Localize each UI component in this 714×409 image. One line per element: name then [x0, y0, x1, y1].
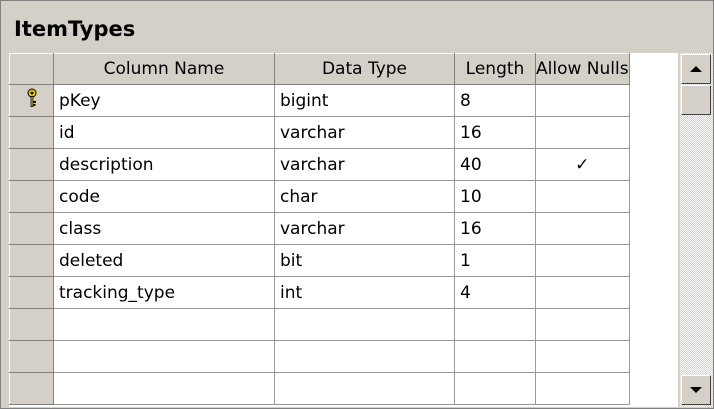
row-selector[interactable] [9, 116, 54, 149]
cell-column-name[interactable]: tracking_type [53, 276, 275, 309]
cell-column-name[interactable] [53, 340, 275, 373]
row-selector[interactable] [9, 148, 54, 181]
cell-length[interactable]: 40 [454, 148, 536, 181]
cell-allow-nulls-checkbox[interactable] [535, 212, 630, 245]
cell-data-type[interactable] [274, 308, 455, 341]
column-header-type[interactable]: Data Type [274, 53, 455, 85]
cell-allow-nulls-checkbox[interactable] [535, 340, 630, 373]
cell-data-type[interactable]: bigint [274, 84, 455, 117]
cell-column-name[interactable]: id [53, 116, 275, 149]
row-selector[interactable] [9, 180, 54, 213]
cell-column-name[interactable] [53, 372, 275, 405]
table-row[interactable]: tracking_type int 4 [9, 276, 630, 309]
row-selector[interactable] [9, 372, 54, 405]
cell-length[interactable]: 4 [454, 276, 536, 309]
cell-length[interactable]: 10 [454, 180, 536, 213]
cell-length[interactable] [454, 340, 536, 373]
table-row[interactable]: pKey bigint 8 [9, 84, 630, 117]
table-row[interactable] [9, 340, 630, 373]
table-row[interactable]: deleted bit 1 [9, 244, 630, 277]
cell-length[interactable]: 16 [454, 116, 536, 149]
row-selector[interactable] [9, 340, 54, 373]
cell-allow-nulls-checkbox[interactable] [535, 84, 630, 117]
cell-length[interactable] [454, 308, 536, 341]
scroll-up-button[interactable] [681, 54, 711, 84]
cell-data-type[interactable]: char [274, 180, 455, 213]
table-row[interactable]: description varchar 40 ✓ [9, 148, 630, 181]
column-header-nulls[interactable]: Allow Nulls [535, 53, 630, 85]
column-header-length[interactable]: Length [454, 53, 536, 85]
arrow-up-icon [690, 66, 702, 72]
column-header-name[interactable]: Column Name [53, 53, 275, 85]
cell-allow-nulls-checkbox[interactable] [535, 244, 630, 277]
row-selector[interactable] [9, 276, 54, 309]
cell-data-type[interactable]: bit [274, 244, 455, 277]
cell-allow-nulls-checkbox[interactable]: ✓ [535, 148, 630, 181]
cell-column-name[interactable]: class [53, 212, 275, 245]
cell-data-type[interactable]: varchar [274, 148, 455, 181]
vertical-scrollbar[interactable] [680, 53, 713, 407]
cell-allow-nulls-checkbox[interactable] [535, 372, 630, 405]
cell-column-name[interactable]: description [53, 148, 275, 181]
row-selector[interactable] [9, 244, 54, 277]
scrollbar-thumb[interactable] [681, 85, 711, 115]
row-selector-header[interactable] [9, 53, 54, 85]
table-title: ItemTypes [14, 17, 136, 41]
cell-allow-nulls-checkbox[interactable] [535, 116, 630, 149]
arrow-down-icon [690, 387, 702, 393]
cell-column-name[interactable] [53, 308, 275, 341]
row-selector[interactable] [9, 308, 54, 341]
cell-column-name[interactable]: pKey [53, 84, 275, 117]
cell-length[interactable] [454, 372, 536, 405]
scroll-down-button[interactable] [681, 375, 711, 405]
table-row[interactable] [9, 372, 630, 405]
row-selector[interactable] [9, 212, 54, 245]
cell-data-type[interactable] [274, 372, 455, 405]
table-designer-window: ItemTypes Column Name Data Type Length A… [0, 0, 714, 409]
table-row[interactable]: id varchar 16 [9, 116, 630, 149]
cell-column-name[interactable]: code [53, 180, 275, 213]
cell-data-type[interactable] [274, 340, 455, 373]
cell-allow-nulls-checkbox[interactable] [535, 180, 630, 213]
columns-grid: Column Name Data Type Length Allow Nulls [9, 53, 678, 407]
cell-column-name[interactable]: deleted [53, 244, 275, 277]
row-selector[interactable] [9, 84, 54, 117]
cell-data-type[interactable]: varchar [274, 116, 455, 149]
cell-length[interactable]: 16 [454, 212, 536, 245]
cell-allow-nulls-checkbox[interactable] [535, 308, 630, 341]
cell-length[interactable]: 8 [454, 84, 536, 117]
primary-key-icon [27, 88, 36, 107]
cell-data-type[interactable]: varchar [274, 212, 455, 245]
cell-allow-nulls-checkbox[interactable] [535, 276, 630, 309]
cell-data-type[interactable]: int [274, 276, 455, 309]
table-row[interactable]: class varchar 16 [9, 212, 630, 245]
table-row[interactable]: code char 10 [9, 180, 630, 213]
cell-length[interactable]: 1 [454, 244, 536, 277]
table-row[interactable] [9, 308, 630, 341]
